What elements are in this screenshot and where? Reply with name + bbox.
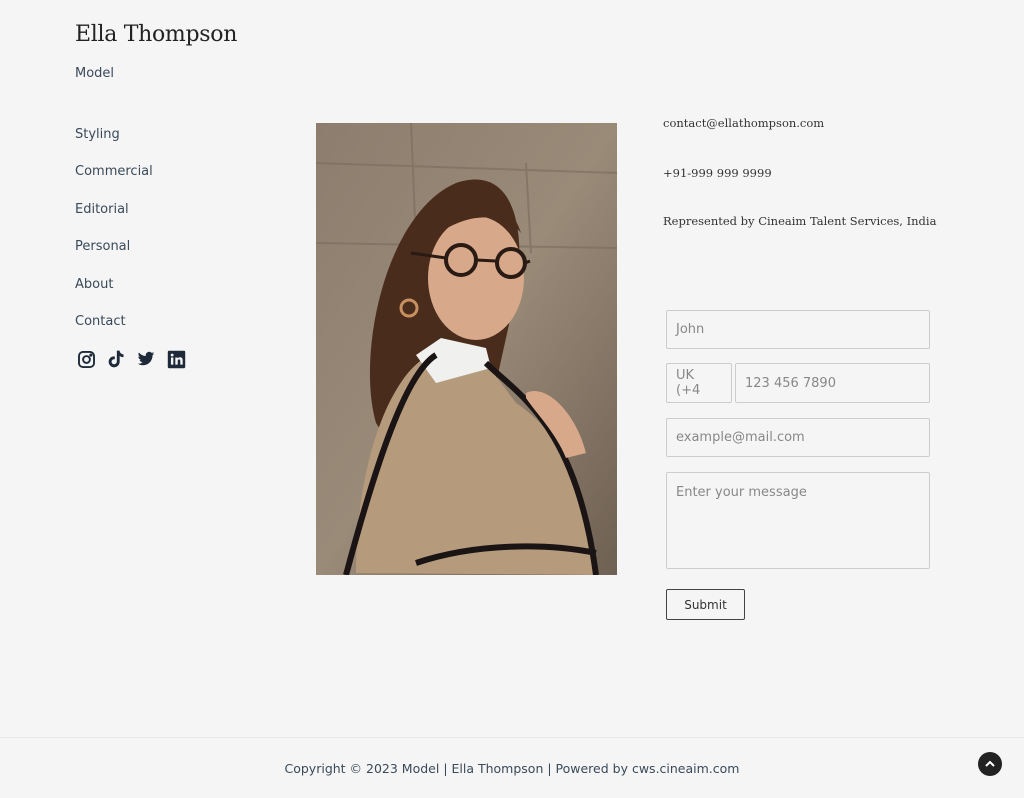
representation-text: Represented by Cineaim Talent Services, … [663, 214, 937, 228]
instagram-icon[interactable] [76, 348, 96, 370]
site-tagline: Model [75, 66, 115, 81]
nav-item-commercial[interactable]: Commercial [75, 163, 153, 200]
name-input[interactable]: John [666, 310, 930, 349]
scroll-to-top-button[interactable] [978, 752, 1002, 776]
nav-item-contact[interactable]: Contact [75, 313, 153, 350]
footer: Copyright © 2023 Model | Ella Thompson |… [0, 737, 1024, 798]
copyright-text: Copyright © 2023 Model | Ella Thompson |… [284, 761, 740, 776]
country-code-select[interactable]: UK (+4 [666, 363, 732, 403]
nav-item-about[interactable]: About [75, 276, 153, 313]
social-links [76, 348, 186, 370]
message-textarea[interactable]: Enter your message [666, 472, 930, 569]
contact-phone[interactable]: +91-999 999 9999 [663, 166, 772, 180]
phone-input[interactable]: 123 456 7890 [735, 363, 930, 403]
email-input[interactable]: example@mail.com [666, 418, 930, 457]
linkedin-icon[interactable] [166, 348, 186, 370]
nav-item-editorial[interactable]: Editorial [75, 201, 153, 238]
chevron-up-icon [985, 760, 995, 767]
tiktok-icon[interactable] [106, 348, 126, 370]
twitter-icon[interactable] [136, 348, 156, 370]
model-photo [316, 123, 617, 575]
main-nav: Styling Commercial Editorial Personal Ab… [75, 126, 153, 350]
nav-item-personal[interactable]: Personal [75, 238, 153, 275]
site-title[interactable]: Ella Thompson [75, 22, 237, 47]
submit-button[interactable]: Submit [666, 589, 745, 620]
contact-email[interactable]: contact@ellathompson.com [663, 116, 824, 130]
nav-item-styling[interactable]: Styling [75, 126, 153, 163]
